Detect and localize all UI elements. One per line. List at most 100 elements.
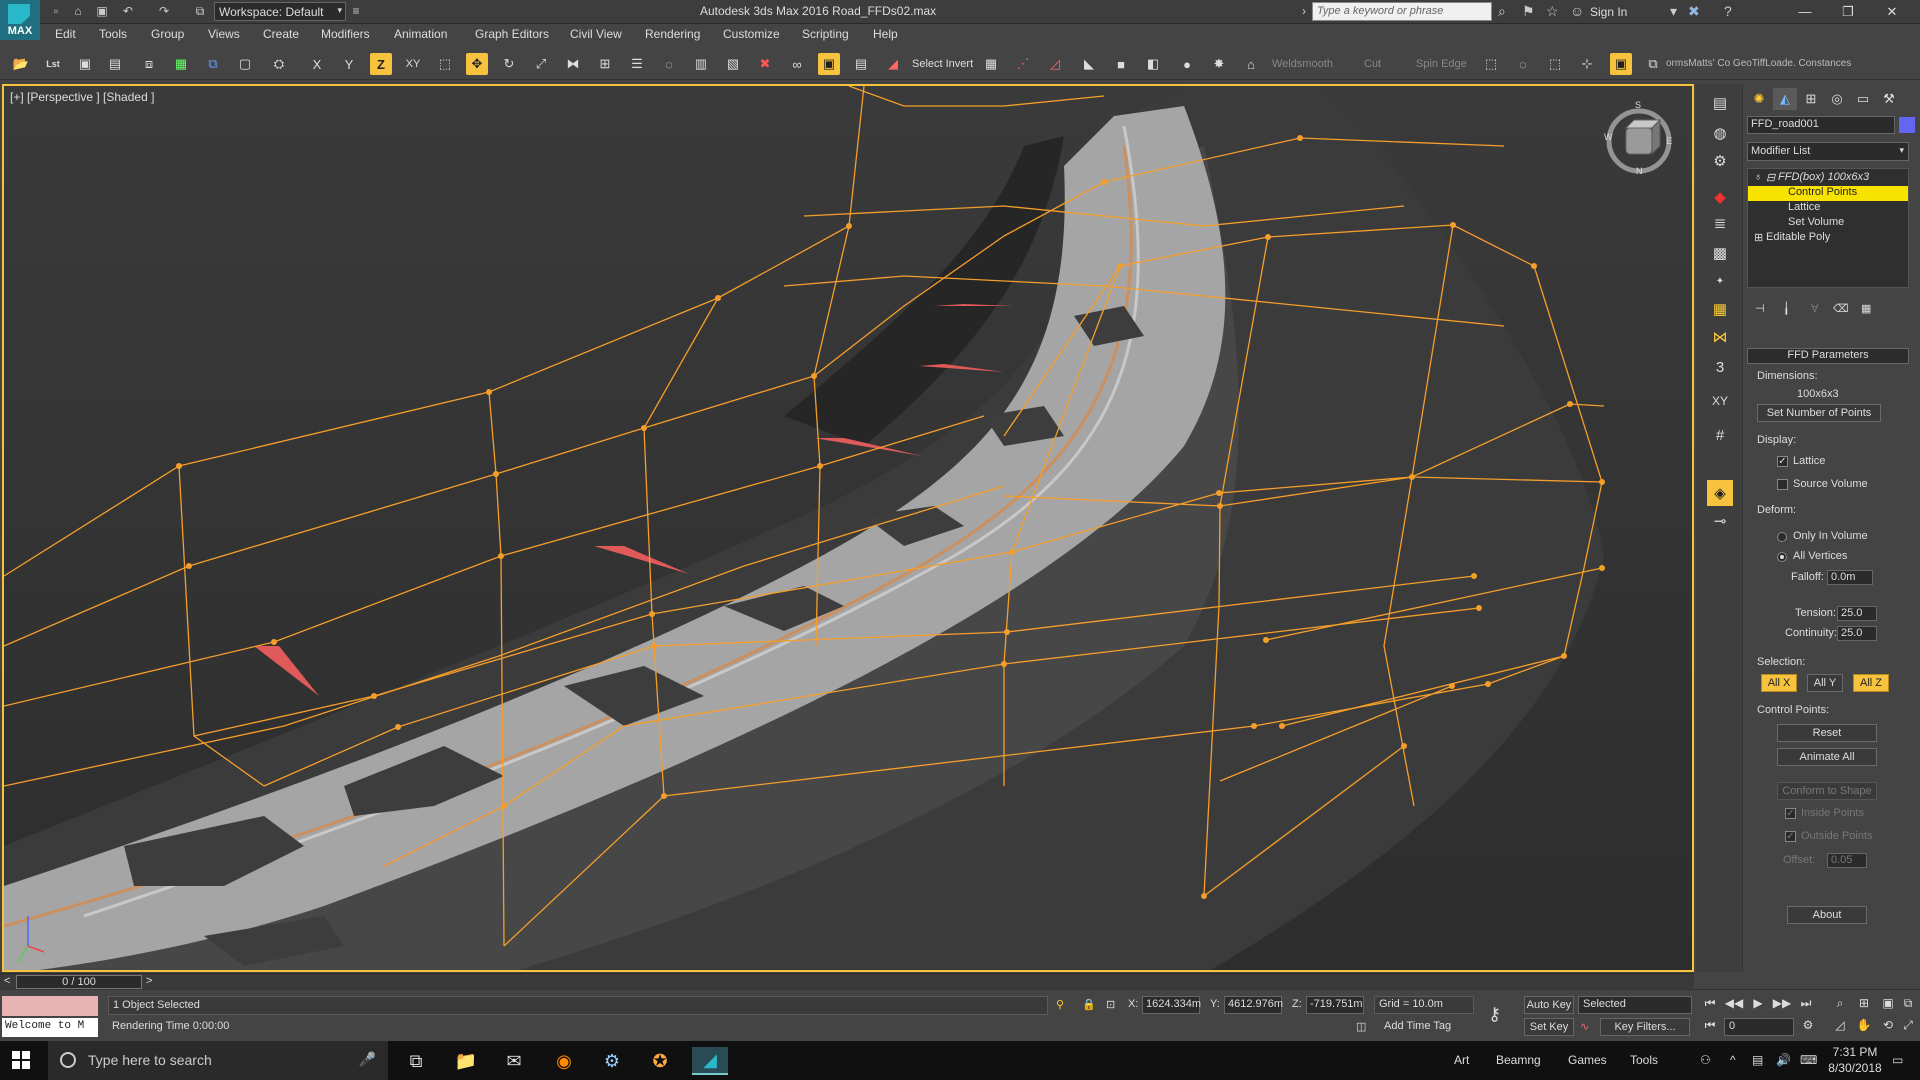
mirror-icon[interactable]: ⧓ (562, 53, 584, 75)
move-icon[interactable]: ✥ (466, 53, 488, 75)
globe-icon[interactable]: ◍ (1707, 120, 1733, 146)
stack-item-lattice[interactable]: Lattice (1748, 201, 1908, 216)
active-tool-icon[interactable]: ◈ (1707, 480, 1733, 506)
time-slider[interactable]: < 0 / 100 > (0, 973, 1694, 989)
paint-icon[interactable]: ◢ (882, 53, 904, 75)
constraint-icon[interactable]: ⊸ (1707, 508, 1733, 534)
merge-icon[interactable]: ⧉ (202, 53, 224, 75)
ribbon-icon[interactable]: ▥ (690, 53, 712, 75)
viewport-label[interactable]: [+] [Perspective ] [Shaded ] (10, 90, 154, 104)
layers-icon[interactable]: ≣ (1707, 210, 1733, 236)
lightbulb-icon[interactable]: ♁ (1754, 171, 1762, 183)
rect-select-icon[interactable]: ⬚ (1480, 53, 1502, 75)
fence-select-icon[interactable]: ⬚ (1544, 53, 1566, 75)
animate-all-button[interactable]: Animate All (1777, 748, 1877, 766)
taskbar-clock[interactable]: 7:31 PM 8/30/2018 (1820, 1044, 1890, 1076)
menu-civil-view[interactable]: Civil View (570, 27, 622, 41)
expand-icon[interactable]: ⊞ (1754, 231, 1763, 244)
save-as-icon[interactable]: ▤ (104, 53, 126, 75)
favorites-star-icon[interactable]: ☆ (1546, 3, 1559, 20)
all-y-button[interactable]: All Y (1807, 674, 1843, 692)
key-mode-icon[interactable]: ∿ (1580, 1020, 1589, 1033)
toolbar-tools[interactable]: Tools (1630, 1053, 1658, 1067)
menu-animation[interactable]: Animation (394, 27, 447, 41)
pan-icon[interactable]: ✋ (1854, 1018, 1874, 1036)
windows-start-icon[interactable] (12, 1051, 30, 1069)
menu-create[interactable]: Create (263, 27, 299, 41)
redo-icon[interactable]: ↷ (156, 3, 172, 19)
time-tag-icon[interactable]: ◫ (1356, 1020, 1366, 1033)
field-of-view-icon[interactable]: ◿ (1830, 1018, 1850, 1036)
open-icon[interactable]: 📂 (10, 53, 32, 75)
checker-icon[interactable]: ▩ (1707, 240, 1733, 266)
key-mode-toggle-icon[interactable]: ⏮ (1700, 1018, 1720, 1036)
rotate-icon[interactable]: ↻ (498, 53, 520, 75)
stack-item-control-points[interactable]: Control Points (1748, 186, 1908, 201)
weld-icon[interactable]: ✸ (1208, 53, 1230, 75)
game-icon[interactable]: ✪ (642, 1047, 678, 1075)
import-icon[interactable]: ▦ (170, 53, 192, 75)
scale-icon[interactable]: ⤢ (530, 53, 552, 75)
open-file-icon[interactable]: ⌂ (70, 3, 86, 19)
falloff-field[interactable]: 0.0m (1827, 570, 1873, 585)
auto-key-button[interactable]: Auto Key (1524, 996, 1574, 1014)
tray-up-icon[interactable]: ^ (1730, 1053, 1736, 1067)
subscription-icon[interactable]: ⚑ (1522, 3, 1535, 20)
network-icon[interactable]: ▤ (1752, 1053, 1763, 1067)
dropdown-icon[interactable]: ▾ (1670, 3, 1677, 20)
axis-x-button[interactable]: X (306, 53, 328, 75)
zoom-extents-all-icon[interactable]: ⧉ (1898, 996, 1918, 1014)
workspace-dropdown[interactable]: Workspace: Default ▾ (214, 2, 346, 21)
selection-set-dropdown[interactable]: Selected (1578, 996, 1692, 1014)
cube-grid-icon[interactable]: ▦ (1707, 296, 1733, 322)
edge-icon[interactable]: ◿ (1044, 53, 1066, 75)
task-view-icon[interactable]: ⧉ (398, 1047, 434, 1075)
maxscript-input[interactable]: Welcome to M (2, 1018, 98, 1037)
export-icon[interactable]: ⧈ (138, 53, 160, 75)
scene-icon[interactable]: ▢ (234, 53, 256, 75)
motion-tab-icon[interactable]: ◎ (1825, 88, 1849, 110)
go-to-start-icon[interactable]: ⏮ (1700, 996, 1720, 1014)
y-coordinate-field[interactable]: 4612.976m (1224, 996, 1283, 1014)
zoom-extents-icon[interactable]: ▣ (1878, 996, 1898, 1014)
outside-points-checkbox[interactable]: ✓ (1785, 831, 1796, 842)
user-icon[interactable]: ☺ (1570, 3, 1584, 19)
hierarchy-tab-icon[interactable]: ⊞ (1799, 88, 1823, 110)
display-tab-icon[interactable]: ▭ (1851, 88, 1875, 110)
x-coordinate-field[interactable]: 1624.334m (1142, 996, 1201, 1014)
vertex-icon[interactable]: ⋰ (1012, 53, 1034, 75)
element-icon[interactable]: ■ (1110, 53, 1132, 75)
workspace-menu-icon[interactable]: ≡ (348, 3, 364, 19)
configure-sets-icon[interactable]: ▦ (1861, 302, 1871, 315)
utilities-tab-icon[interactable]: ⚒ (1877, 88, 1901, 110)
keyboard-icon[interactable]: ⌨ (1800, 1053, 1817, 1067)
hash-icon[interactable]: # (1707, 422, 1733, 448)
set-key-button[interactable]: Set Key (1524, 1018, 1574, 1036)
pivot-icon[interactable]: ⊹ (1576, 53, 1598, 75)
lattice-checkbox[interactable]: ✓ (1777, 456, 1788, 467)
select-object-icon[interactable]: ⬚ (434, 53, 456, 75)
axis-z-button[interactable]: Z (370, 53, 392, 75)
stack-item-set-volume[interactable]: Set Volume (1748, 216, 1908, 231)
project-folder-icon[interactable]: ⧉ (192, 3, 208, 19)
viewcube[interactable]: S N E W (1604, 100, 1674, 176)
menu-views[interactable]: Views (208, 27, 240, 41)
perspective-viewport[interactable]: [+] [Perspective ] [Shaded ] S N E W (2, 84, 1694, 972)
select-invert-button[interactable]: Select Invert (912, 58, 973, 70)
show-end-result-icon[interactable]: ╽ (1783, 302, 1790, 315)
inside-points-checkbox[interactable]: ✓ (1785, 808, 1796, 819)
align-icon[interactable]: ⊞ (594, 53, 616, 75)
microphone-icon[interactable]: 🎤 (359, 1051, 376, 1068)
isolate-icon[interactable]: ⚲ (1056, 998, 1064, 1011)
render-setup-icon[interactable]: ⛭ (268, 53, 290, 75)
new-file-icon[interactable]: ▫ (48, 3, 64, 19)
scene-explorer-icon[interactable]: ▤ (1707, 90, 1733, 116)
menu-customize[interactable]: Customize (723, 27, 780, 41)
spin-edge-button[interactable]: Spin Edge (1416, 58, 1467, 70)
stack-item-ffd[interactable]: ♁ ⊟ FFD(box) 100x6x3 (1748, 171, 1908, 186)
menu-help[interactable]: Help (873, 27, 898, 41)
exchange-apps-icon[interactable]: ✖ (1688, 3, 1700, 20)
taskbar-search[interactable]: Type here to search 🎤 (48, 1041, 388, 1080)
previous-frame-icon[interactable]: ◀◀ (1724, 996, 1744, 1014)
modify-tab-icon[interactable]: ◭ (1773, 88, 1797, 110)
